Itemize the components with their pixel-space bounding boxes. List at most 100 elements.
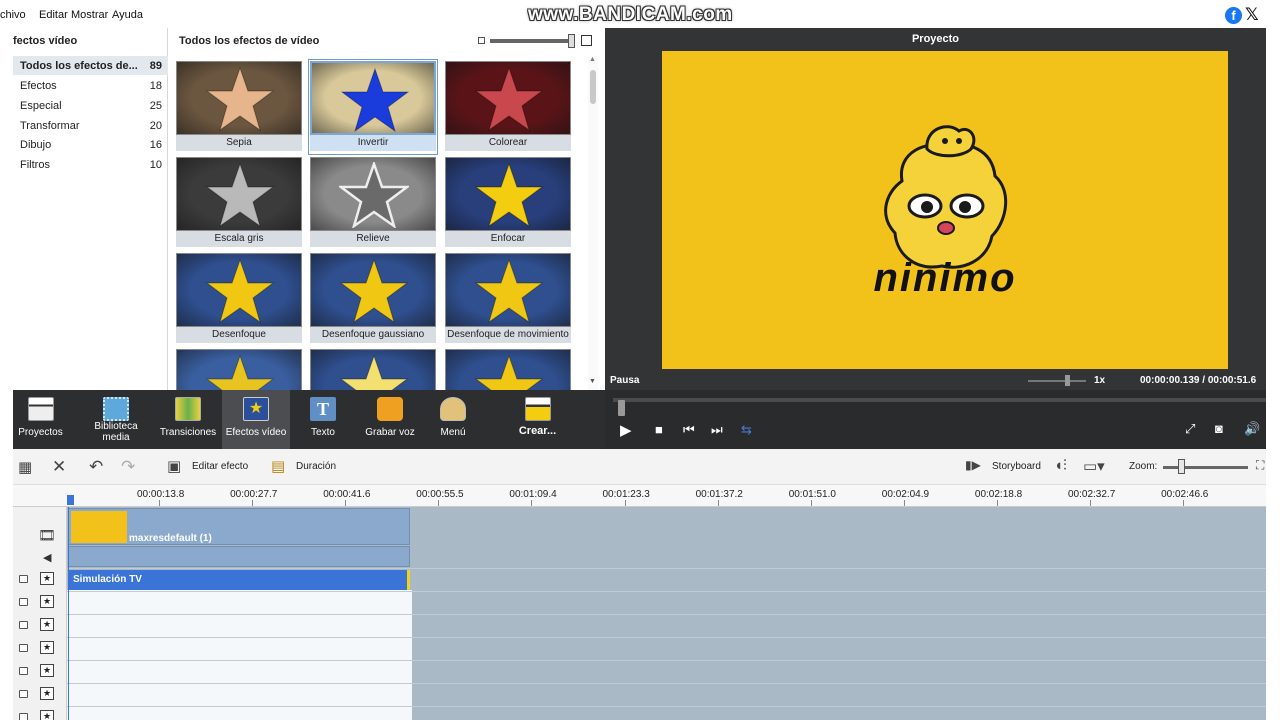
next-frame-icon[interactable]: ⏭ <box>711 422 723 438</box>
snapshot-camera-icon[interactable]: ◙ <box>1215 421 1223 436</box>
thumbnail-large-icon[interactable] <box>581 35 592 46</box>
ruler-tick-label: 00:00:55.5 <box>416 489 464 500</box>
effect-tile[interactable]: Invertir <box>308 59 438 155</box>
effect-tile[interactable]: Desenfoque gaussiano <box>310 253 436 345</box>
brand-logo-text: ninimo <box>873 256 1017 300</box>
video-frame: ninimo <box>662 51 1228 369</box>
effect-tile[interactable]: Enfocar <box>445 157 571 249</box>
ruler-tick <box>1183 500 1185 506</box>
timeline-ruler[interactable]: 00:00:13.8 00:00:27.7 00:00:41.6 00:00:55.5… <box>13 485 1266 507</box>
menu-editar[interactable]: Editar <box>39 9 68 21</box>
toolbar-texto[interactable]: T Texto <box>295 390 351 449</box>
track-headers: 🎞 ◀ ★ ★ ★ ★ ★ ★ ★ <box>13 507 67 720</box>
audio-clip[interactable] <box>68 546 410 567</box>
loop-icon[interactable]: ⇆ <box>741 422 752 438</box>
speed-slider-handle[interactable] <box>1065 375 1070 386</box>
redo-icon[interactable]: ↷ <box>121 457 135 477</box>
lock-icon[interactable] <box>19 667 28 675</box>
timeline-zoom-handle[interactable] <box>1178 459 1185 474</box>
category-label: Filtros <box>20 159 50 171</box>
scrollbar-thumb[interactable] <box>590 70 596 104</box>
timeline-zoom-slider[interactable] <box>1163 466 1248 469</box>
toolbar-menu[interactable]: Menú <box>428 390 478 449</box>
edit-effect-button[interactable]: Editar efecto <box>192 461 248 472</box>
duration-icon[interactable]: ▤ <box>271 457 285 475</box>
effect-track-icon[interactable]: ★ <box>40 595 54 608</box>
toolbar-efectos-video[interactable]: ★ Efectos vídeo <box>222 390 290 449</box>
toolbar-biblioteca-media[interactable]: Biblioteca media <box>87 390 145 449</box>
lock-icon[interactable] <box>19 575 28 583</box>
category-item-filtros[interactable]: Filtros 10 <box>13 155 168 174</box>
effect-track-icon[interactable]: ★ <box>40 618 54 631</box>
select-all-icon[interactable]: ▦ <box>18 458 32 476</box>
play-icon[interactable]: ▶ <box>620 421 632 439</box>
category-item-transformar[interactable]: Transformar 20 <box>13 116 168 135</box>
effect-track-icon[interactable]: ★ <box>40 664 54 677</box>
thumbnail-size-slider[interactable] <box>490 39 570 43</box>
volume-icon[interactable]: 🔊 <box>1244 421 1260 437</box>
previous-frame-icon[interactable]: ⏮ <box>683 422 695 438</box>
effect-clip[interactable]: Simulación TV <box>68 570 410 590</box>
effects-gallery: Todos los efectos de vídeo Sepia Invertir… <box>168 28 600 423</box>
scroll-down-icon[interactable]: ▼ <box>589 378 596 385</box>
seek-handle[interactable] <box>618 400 625 416</box>
lock-icon[interactable] <box>19 713 28 720</box>
toolbar-crear[interactable]: Crear... <box>510 390 565 449</box>
lock-icon[interactable] <box>19 690 28 698</box>
film-icon <box>103 397 129 421</box>
storyboard-icon[interactable]: ▮▶ <box>965 458 981 472</box>
ruler-tick <box>345 500 347 506</box>
undo-icon[interactable]: ↶ <box>89 457 103 477</box>
stop-icon[interactable]: ■ <box>655 422 663 437</box>
category-item-especial[interactable]: Especial 25 <box>13 96 168 115</box>
thumbnail-size-handle[interactable] <box>568 34 575 48</box>
effect-tile-label: Invertir <box>310 135 436 151</box>
menu-mostrar[interactable]: Mostrar <box>71 9 108 21</box>
effect-tile[interactable]: Sepia <box>176 61 302 153</box>
duration-button[interactable]: Duración <box>296 461 336 472</box>
toolbar-transiciones[interactable]: Transiciones <box>158 390 218 449</box>
ruler-tick-label: 00:00:13.8 <box>137 489 185 500</box>
main-toolbar: Proyectos Biblioteca media Transiciones … <box>13 390 605 449</box>
edit-effect-icon[interactable]: ▣ <box>167 457 181 475</box>
audio-mute-icon[interactable]: ◀ <box>43 551 51 564</box>
menu-ayuda[interactable]: Ayuda <box>112 9 143 21</box>
menu-archivo[interactable]: chivo <box>0 9 26 21</box>
effect-tile[interactable]: Desenfoque <box>176 253 302 345</box>
scroll-up-icon[interactable]: ▲ <box>589 56 596 63</box>
effect-track-icon[interactable]: ★ <box>40 572 54 585</box>
delete-icon[interactable]: ✕ <box>52 457 66 477</box>
storyboard-button[interactable]: Storyboard <box>992 461 1041 472</box>
effect-track-icon[interactable]: ★ <box>40 687 54 700</box>
track-divider <box>67 637 1266 638</box>
display-options-icon[interactable]: ▭▾ <box>1083 457 1105 475</box>
lock-icon[interactable] <box>19 644 28 652</box>
effect-tile[interactable]: Relieve <box>310 157 436 249</box>
effects-scrollbar[interactable]: ▲ ▼ <box>588 56 598 390</box>
effect-tile[interactable]: Escala gris <box>176 157 302 249</box>
category-item-dibujo[interactable]: Dibujo 16 <box>13 135 168 154</box>
playhead-marker[interactable] <box>67 495 74 505</box>
category-item-efectos[interactable]: Efectos 18 <box>13 76 168 95</box>
fullscreen-icon[interactable]: ⤢ <box>1185 421 1195 437</box>
effect-tile[interactable]: Colorear <box>445 61 571 153</box>
video-clip[interactable]: maxresdefault (1) <box>68 508 410 545</box>
speed-slider[interactable] <box>1028 380 1086 382</box>
effect-tile[interactable]: Desenfoque de movimiento <box>445 253 571 345</box>
category-item-all[interactable]: Todos los efectos de... 89 <box>13 56 168 75</box>
seek-bar[interactable] <box>613 398 1266 416</box>
track-empty-area[interactable] <box>67 590 412 720</box>
effect-track-icon[interactable]: ★ <box>40 710 54 720</box>
thumbnail-small-icon[interactable] <box>478 37 485 44</box>
zoom-fit-icon[interactable]: ⛶ <box>1256 458 1264 473</box>
audio-mixer-icon[interactable]: ◖⫶ <box>1054 457 1067 474</box>
effect-track-icon[interactable]: ★ <box>40 641 54 654</box>
category-panel-title: fectos vídeo <box>13 35 78 47</box>
toolbar-grabar-voz[interactable]: Grabar voz <box>360 390 420 449</box>
lock-icon[interactable] <box>19 598 28 606</box>
ruler-tick <box>252 500 254 506</box>
effect-thumbnail <box>310 253 436 327</box>
toolbar-proyectos[interactable]: Proyectos <box>13 390 68 449</box>
toolbar-label: Transiciones <box>159 427 217 438</box>
lock-icon[interactable] <box>19 621 28 629</box>
